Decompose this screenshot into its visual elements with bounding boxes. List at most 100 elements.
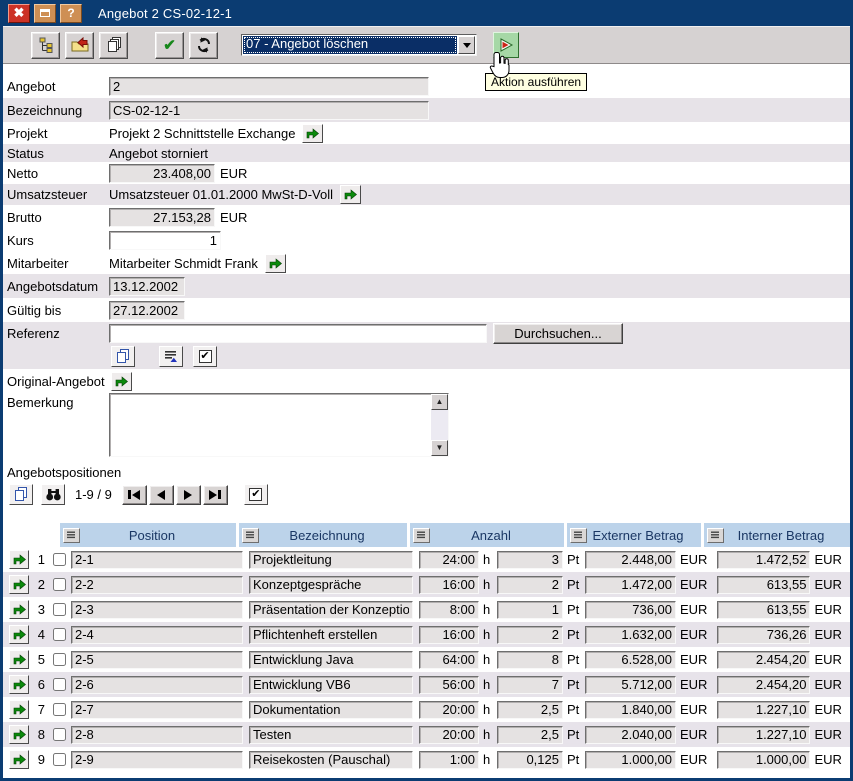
- hours-input[interactable]: [419, 551, 479, 569]
- goto-projekt-button[interactable]: [302, 124, 323, 143]
- open-position-button[interactable]: [9, 700, 29, 719]
- points-input[interactable]: [497, 751, 563, 769]
- hours-input[interactable]: [419, 701, 479, 719]
- netto-input[interactable]: [109, 164, 215, 183]
- bemerkung-textarea[interactable]: ▲ ▼: [109, 393, 449, 457]
- internal-amount-input[interactable]: [717, 601, 810, 619]
- bezeichnung-input[interactable]: [249, 626, 413, 644]
- row-checkbox[interactable]: [53, 703, 66, 716]
- action-select[interactable]: 07 - Angebot löschen: [241, 34, 477, 56]
- search-positions-button[interactable]: [41, 484, 65, 505]
- position-input[interactable]: [71, 751, 243, 769]
- row-checkbox[interactable]: [53, 678, 66, 691]
- open-position-button[interactable]: [9, 750, 29, 769]
- internal-amount-input[interactable]: [717, 726, 810, 744]
- scrollbar[interactable]: ▲ ▼: [431, 394, 448, 456]
- position-input[interactable]: [71, 551, 243, 569]
- points-input[interactable]: [497, 701, 563, 719]
- row-checkbox[interactable]: [53, 603, 66, 616]
- browse-button[interactable]: Durchsuchen...: [493, 323, 623, 344]
- minimize-icon[interactable]: [34, 4, 56, 23]
- internal-amount-input[interactable]: [717, 676, 810, 694]
- open-position-button[interactable]: [9, 575, 29, 594]
- checked-option-button[interactable]: ✔: [193, 346, 217, 367]
- open-position-button[interactable]: [9, 625, 29, 644]
- open-position-button[interactable]: [9, 550, 29, 569]
- external-amount-input[interactable]: [585, 576, 676, 594]
- position-input[interactable]: [71, 701, 243, 719]
- internal-amount-input[interactable]: [717, 551, 810, 569]
- column-menu-icon[interactable]: [413, 528, 430, 543]
- chevron-down-icon[interactable]: [458, 36, 475, 54]
- open-position-button[interactable]: [9, 600, 29, 619]
- list-upload-button[interactable]: [159, 346, 183, 367]
- goto-umsatzsteuer-button[interactable]: [340, 185, 361, 204]
- open-position-button[interactable]: [9, 650, 29, 669]
- help-icon[interactable]: ?: [60, 4, 82, 23]
- select-all-button[interactable]: ✔: [244, 484, 268, 505]
- position-input[interactable]: [71, 726, 243, 744]
- goto-original-angebot-button[interactable]: [111, 372, 132, 391]
- bezeichnung-input[interactable]: [249, 576, 413, 594]
- position-input[interactable]: [71, 576, 243, 594]
- external-amount-input[interactable]: [585, 726, 676, 744]
- external-amount-input[interactable]: [585, 651, 676, 669]
- close-icon[interactable]: ✖: [8, 4, 30, 23]
- scroll-up-icon[interactable]: ▲: [431, 394, 448, 410]
- hours-input[interactable]: [419, 726, 479, 744]
- scroll-down-icon[interactable]: ▼: [431, 440, 448, 456]
- points-input[interactable]: [497, 676, 563, 694]
- points-input[interactable]: [497, 726, 563, 744]
- external-amount-input[interactable]: [585, 751, 676, 769]
- angebotsdatum-input[interactable]: [109, 277, 185, 296]
- position-input[interactable]: [71, 601, 243, 619]
- bezeichnung-input[interactable]: [109, 101, 429, 120]
- open-position-button[interactable]: [9, 675, 29, 694]
- kurs-input[interactable]: [109, 231, 221, 250]
- goto-mitarbeiter-button[interactable]: [265, 254, 286, 273]
- external-amount-input[interactable]: [585, 676, 676, 694]
- hours-input[interactable]: [419, 751, 479, 769]
- position-input[interactable]: [71, 626, 243, 644]
- hours-input[interactable]: [419, 626, 479, 644]
- external-amount-input[interactable]: [585, 601, 676, 619]
- tree-view-button[interactable]: [31, 32, 60, 59]
- bezeichnung-input[interactable]: [249, 701, 413, 719]
- internal-amount-input[interactable]: [717, 651, 810, 669]
- row-checkbox[interactable]: [53, 628, 66, 641]
- column-menu-icon[interactable]: [570, 528, 587, 543]
- angebot-input[interactable]: [109, 77, 429, 96]
- gueltig-bis-input[interactable]: [109, 301, 185, 320]
- bezeichnung-input[interactable]: [249, 551, 413, 569]
- next-page-button[interactable]: [176, 485, 201, 505]
- column-menu-icon[interactable]: [63, 528, 80, 543]
- hours-input[interactable]: [419, 576, 479, 594]
- external-amount-input[interactable]: [585, 626, 676, 644]
- points-input[interactable]: [497, 626, 563, 644]
- row-checkbox[interactable]: [53, 578, 66, 591]
- bezeichnung-input[interactable]: [249, 676, 413, 694]
- position-input[interactable]: [71, 676, 243, 694]
- points-input[interactable]: [497, 651, 563, 669]
- open-position-button[interactable]: [9, 725, 29, 744]
- row-checkbox[interactable]: [53, 653, 66, 666]
- internal-amount-input[interactable]: [717, 576, 810, 594]
- internal-amount-input[interactable]: [717, 751, 810, 769]
- referenz-input[interactable]: [109, 324, 487, 343]
- bezeichnung-input[interactable]: [249, 601, 413, 619]
- prev-page-button[interactable]: [149, 485, 174, 505]
- internal-amount-input[interactable]: [717, 626, 810, 644]
- points-input[interactable]: [497, 601, 563, 619]
- points-input[interactable]: [497, 551, 563, 569]
- hours-input[interactable]: [419, 651, 479, 669]
- copy-positions-button[interactable]: [9, 484, 33, 505]
- hours-input[interactable]: [419, 601, 479, 619]
- bezeichnung-input[interactable]: [249, 651, 413, 669]
- row-checkbox[interactable]: [53, 753, 66, 766]
- external-amount-input[interactable]: [585, 701, 676, 719]
- hours-input[interactable]: [419, 676, 479, 694]
- column-menu-icon[interactable]: [242, 528, 259, 543]
- points-input[interactable]: [497, 576, 563, 594]
- row-checkbox[interactable]: [53, 728, 66, 741]
- column-menu-icon[interactable]: [707, 528, 724, 543]
